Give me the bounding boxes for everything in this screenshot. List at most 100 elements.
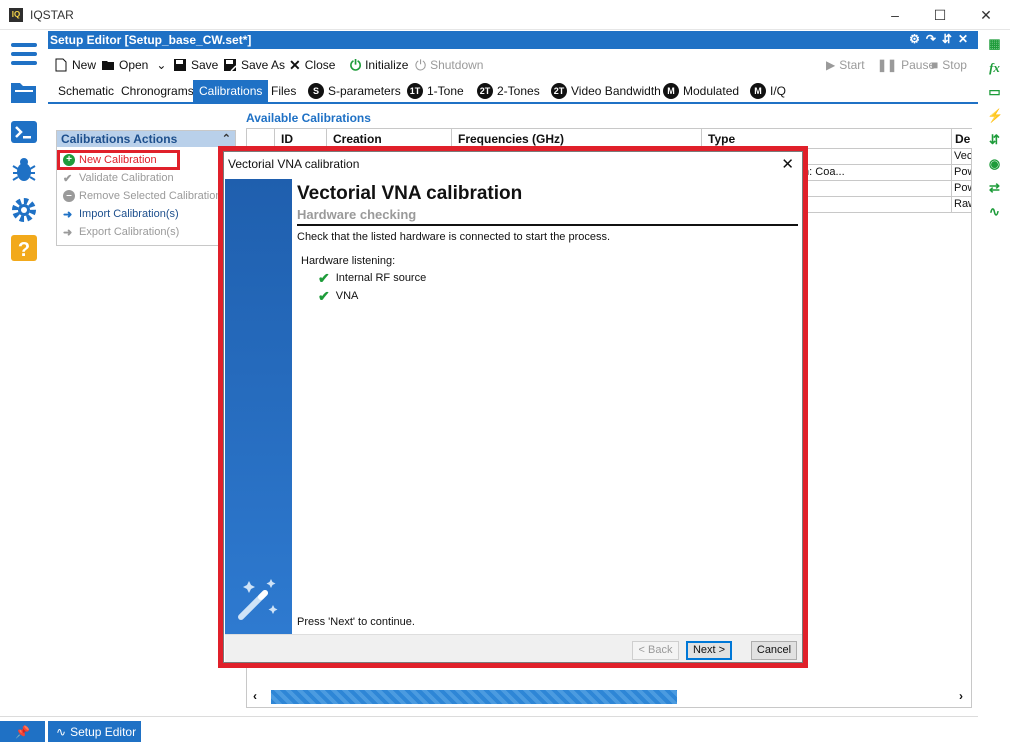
new-button[interactable]: New xyxy=(54,56,96,74)
hardware-item: ✔ Internal RF source xyxy=(318,269,427,286)
exchange-icon[interactable]: ⇄ xyxy=(987,180,1002,195)
setup-editor-tab[interactable]: ∿ Setup Editor xyxy=(48,721,141,742)
hardware-item: ✔ VNA xyxy=(318,287,359,304)
table-cell-description[interactable]: Raw xyxy=(952,197,971,213)
editor-header: Setup Editor [Setup_base_CW.set*] ⚙↷⇵✕ xyxy=(48,31,978,49)
tab-calibrations[interactable]: Calibrations xyxy=(193,80,269,102)
menu-icon[interactable] xyxy=(10,40,38,68)
terminal-icon[interactable] xyxy=(10,118,38,146)
tab-label: Video Bandwidth xyxy=(571,84,661,98)
play-icon: ▶ xyxy=(826,58,836,72)
back-button[interactable]: < Back xyxy=(632,641,679,660)
s-parameters-icon: S xyxy=(308,83,324,99)
editor-tabs: Schematic Chronograms Calibrations Files… xyxy=(48,80,978,104)
calibration-actions-header[interactable]: Calibrations Actions ⌃ xyxy=(57,131,235,147)
checkmark-icon: ✔ xyxy=(63,172,73,185)
function-icon[interactable]: fx xyxy=(987,60,1002,75)
hardware-item-label: VNA xyxy=(335,290,359,302)
one-tone-icon: 1T xyxy=(407,83,423,99)
new-label: New xyxy=(72,58,97,72)
waveform-icon[interactable]: ∿ xyxy=(987,204,1002,219)
tab-chronograms[interactable]: Chronograms xyxy=(115,80,200,102)
settings-gear-icon[interactable] xyxy=(10,196,38,224)
pause-button[interactable]: ❚❚ Pause xyxy=(877,56,935,74)
vna-calibration-dialog: Vectorial VNA calibration ✕ Vectorial VN… xyxy=(223,151,803,663)
equalizer-icon[interactable]: ⇵ xyxy=(987,132,1002,147)
tab-label: 1-Tone xyxy=(427,84,464,98)
shutdown-power-icon: ⏻ xyxy=(415,56,427,73)
pause-icon: ❚❚ xyxy=(877,58,898,72)
import-calibration-action[interactable]: ➜ Import Calibration(s) xyxy=(63,206,179,222)
close-button[interactable]: ✕ Close xyxy=(289,56,335,74)
scroll-right-icon[interactable]: › xyxy=(959,689,963,703)
save-as-icon xyxy=(224,59,237,72)
action-label: Remove Selected Calibration xyxy=(79,190,222,202)
dialog-window-title: Vectorial VNA calibration xyxy=(228,157,360,171)
iq-icon: M xyxy=(750,83,766,99)
power-bolt-icon[interactable]: ⚡ xyxy=(987,108,1003,123)
remove-icon: – xyxy=(63,190,75,202)
tab-video-bandwidth[interactable]: 2T Video Bandwidth xyxy=(545,80,667,102)
save-as-button[interactable]: Save As xyxy=(223,56,285,74)
tab-2-tones[interactable]: 2T 2-Tones xyxy=(471,80,546,102)
maximize-button[interactable]: ☐ xyxy=(930,6,950,24)
horizontal-scrollbar[interactable]: ‹ › xyxy=(247,687,971,707)
minimize-button[interactable]: – xyxy=(885,6,905,24)
calibration-actions-panel: Calibrations Actions ⌃ + New Calibration… xyxy=(56,130,236,246)
scrollbar-thumb[interactable] xyxy=(271,690,677,704)
next-button[interactable]: Next > xyxy=(686,641,732,660)
video-bandwidth-icon: 2T xyxy=(551,83,567,99)
calculator-icon[interactable]: ▦ xyxy=(987,36,1002,51)
validate-calibration-action[interactable]: ✔ Validate Calibration xyxy=(63,170,174,186)
collapse-icon[interactable]: ⌃ xyxy=(222,131,231,147)
globe-icon[interactable]: ◉ xyxy=(987,156,1002,171)
folder-icon[interactable] xyxy=(10,78,38,106)
shutdown-button[interactable]: ⏻ Shutdown xyxy=(415,56,483,74)
export-calibration-action[interactable]: ➜ Export Calibration(s) xyxy=(63,224,179,240)
tab-modulated[interactable]: M Modulated xyxy=(657,80,745,102)
shutdown-label: Shutdown xyxy=(430,58,484,72)
window-close-button[interactable]: ✕ xyxy=(976,6,996,24)
tab-label: Modulated xyxy=(683,84,740,98)
dialog-titlebar: Vectorial VNA calibration ✕ xyxy=(224,152,802,176)
green-check-icon: ✔ xyxy=(318,287,330,304)
chevron-down-icon[interactable]: ⌄ xyxy=(156,58,166,72)
tab-iq[interactable]: M I/Q xyxy=(744,80,792,102)
save-button[interactable]: Save xyxy=(173,56,218,74)
green-check-icon: ✔ xyxy=(318,269,330,286)
svg-text:?: ? xyxy=(18,239,30,261)
waveform-icon: ∿ xyxy=(56,725,67,739)
cancel-button[interactable]: Cancel xyxy=(751,641,797,660)
close-x-icon: ✕ xyxy=(289,56,301,73)
save-label: Save xyxy=(191,58,219,72)
remove-calibration-action[interactable]: – Remove Selected Calibration xyxy=(63,188,221,204)
tab-1-tone[interactable]: 1T 1-Tone xyxy=(401,80,470,102)
dialog-button-bar: < Back Next > Cancel xyxy=(225,634,802,662)
tab-s-parameters[interactable]: S S-parameters xyxy=(302,80,407,102)
tab-schematic[interactable]: Schematic xyxy=(52,80,120,102)
save-disk-icon xyxy=(174,59,186,71)
column-header-description[interactable]: De xyxy=(952,129,972,149)
dialog-footer-text: Press 'Next' to continue. xyxy=(297,616,415,628)
table-cell-description[interactable]: Pow xyxy=(952,165,971,181)
start-button[interactable]: ▶ Start xyxy=(826,56,865,74)
table-cell-description[interactable]: Vec xyxy=(952,149,971,165)
dialog-subheading: Hardware checking xyxy=(297,207,417,222)
tab-files[interactable]: Files xyxy=(265,80,302,102)
bug-icon[interactable] xyxy=(10,156,38,184)
drive-icon[interactable]: ▭ xyxy=(987,84,1002,99)
help-icon[interactable]: ? xyxy=(10,234,38,262)
scroll-left-icon[interactable]: ‹ xyxy=(253,689,257,703)
open-button[interactable]: Open ⌄ xyxy=(101,56,166,74)
open-folder-icon xyxy=(102,61,114,70)
stop-button[interactable]: ■ Stop xyxy=(931,56,967,74)
dialog-close-icon[interactable]: ✕ xyxy=(781,155,794,173)
initialize-button[interactable]: ⏻ Initialize xyxy=(350,56,408,74)
hardware-list-label: Hardware listening: xyxy=(301,255,396,267)
editor-header-controls[interactable]: ⚙↷⇵✕ xyxy=(909,32,974,46)
window-titlebar: IQ IQSTAR – ☐ ✕ xyxy=(0,0,1010,30)
table-cell-description[interactable]: Pow xyxy=(952,181,971,197)
hardware-item-label: Internal RF source xyxy=(335,272,427,284)
pin-icon[interactable]: 📌 xyxy=(0,721,45,742)
start-label: Start xyxy=(839,58,865,72)
